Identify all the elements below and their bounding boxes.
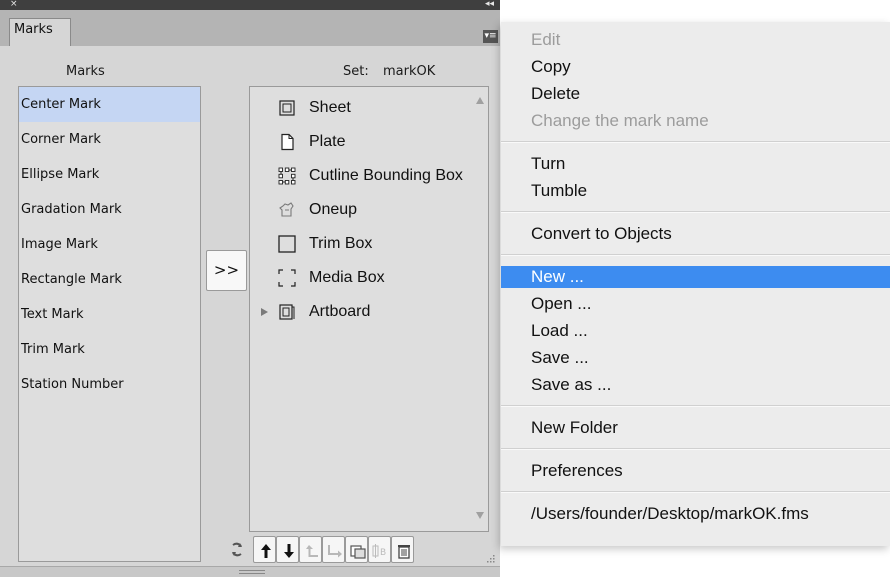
set-tree-item-label: Oneup: [309, 201, 358, 218]
menu-item-tumble[interactable]: Tumble: [501, 181, 890, 201]
rename-button[interactable]: B: [368, 536, 391, 563]
menu-separator: [501, 211, 890, 213]
set-tree-item[interactable]: Plate: [250, 125, 488, 159]
marks-list: Center Mark Corner Mark Ellipse Mark Gradat…: [18, 86, 201, 562]
menu-item-turn[interactable]: Turn: [501, 154, 890, 174]
menu-separator: [501, 491, 890, 493]
tab-marks[interactable]: Marks: [9, 18, 71, 46]
set-tree-item[interactable]: Oneup: [250, 193, 488, 227]
outdent-button[interactable]: [299, 536, 322, 563]
tab-strip: [0, 10, 500, 46]
oneup-icon: [279, 202, 294, 217]
outdent-icon: [306, 545, 318, 557]
collapse-icon[interactable]: ◂◂: [485, 0, 494, 10]
context-menu: Edit Copy Delete Change the mark name Turn Tu…: [501, 22, 890, 546]
marks-panel: × ◂◂ Marks ▾≡ Marks Set: markOK Center M…: [0, 0, 500, 577]
menu-item-new[interactable]: New ...: [501, 266, 890, 288]
set-tree-item[interactable]: Sheet: [250, 91, 488, 125]
add-to-set-button[interactable]: >>: [206, 250, 247, 291]
mark-list-item[interactable]: Center Mark: [19, 87, 200, 122]
indent-button[interactable]: [322, 536, 345, 563]
menu-item-load[interactable]: Load ...: [501, 321, 890, 341]
media-box-icon: [278, 269, 296, 287]
trim-box-icon: [278, 235, 296, 253]
delete-icon: [398, 545, 410, 559]
menu-item-change-the-mark-name: Change the mark name: [531, 111, 709, 130]
panel-titlebar: × ◂◂: [0, 0, 500, 10]
set-tree-item[interactable]: Artboard: [250, 295, 488, 329]
move-up-icon: [261, 544, 271, 558]
menu-item-save[interactable]: Save ...: [501, 348, 890, 368]
scroll-up-arrow-icon[interactable]: [476, 97, 484, 104]
set-tree-item[interactable]: Cutline Bounding Box: [250, 159, 488, 193]
expand-arrow-icon[interactable]: [261, 308, 268, 316]
mark-list-item[interactable]: Image Mark: [19, 227, 200, 262]
svg-text:B: B: [380, 548, 386, 558]
set-tree: Sheet Plate Cutline Bounding Box Oneup Trim …: [249, 86, 489, 532]
menu-separator: [501, 405, 890, 407]
menu-item-new-folder[interactable]: New Folder: [501, 418, 890, 438]
set-tree-item-label: Artboard: [309, 303, 371, 320]
set-tree-item-label: Plate: [309, 133, 346, 150]
menu-item-copy[interactable]: Copy: [501, 57, 890, 77]
duplicate-icon: [350, 545, 366, 559]
set-tree-item[interactable]: Media Box: [250, 261, 488, 295]
menu-separator: [501, 254, 890, 256]
menu-item-preferences[interactable]: Preferences: [501, 461, 890, 481]
indent-icon: [328, 545, 342, 558]
menu-item-save-as[interactable]: Save as ...: [501, 375, 890, 395]
artboard-icon: [279, 304, 295, 320]
mark-list-item[interactable]: Gradation Mark: [19, 192, 200, 227]
mark-list-item[interactable]: Trim Mark: [19, 332, 200, 367]
menu-item-delete[interactable]: Delete: [501, 84, 890, 104]
set-name: markOK: [383, 64, 436, 79]
set-header-label: Set:: [343, 64, 369, 79]
delete-button[interactable]: [391, 536, 414, 563]
menu-item-edit: Edit: [531, 30, 561, 49]
refresh-icon: [232, 542, 242, 557]
set-tree-item-label: Media Box: [309, 269, 385, 286]
mark-list-item[interactable]: Ellipse Mark: [19, 157, 200, 192]
set-tree-item[interactable]: Trim Box: [250, 227, 488, 261]
duplicate-button[interactable]: [345, 536, 368, 563]
close-icon[interactable]: ×: [10, 0, 18, 10]
menu-item-open[interactable]: Open ...: [501, 294, 890, 314]
menu-item-users-founder-desktop-markok-fms[interactable]: /Users/founder/Desktop/markOK.fms: [501, 504, 890, 524]
grip-handle[interactable]: [239, 570, 265, 574]
marks-header: Marks: [66, 64, 105, 79]
set-tree-item-label: Trim Box: [309, 235, 373, 252]
tab-marks-label: Marks: [14, 22, 53, 37]
plate-icon: [281, 133, 294, 151]
mark-list-item[interactable]: Corner Mark: [19, 122, 200, 157]
scroll-down-arrow-icon[interactable]: [476, 512, 484, 519]
move-down-icon: [284, 544, 294, 558]
cutline-bounding-box-icon: [278, 167, 296, 185]
set-tree-item-label: Sheet: [309, 99, 351, 116]
rename-icon: B: [372, 544, 386, 558]
sheet-icon: [279, 100, 295, 116]
move-down-button[interactable]: [276, 536, 299, 563]
menu-separator: [501, 448, 890, 450]
menu-separator: [501, 141, 890, 143]
resize-handle-icon[interactable]: [482, 553, 496, 565]
set-tree-item-label: Cutline Bounding Box: [309, 167, 463, 184]
menu-item-convert-to-objects[interactable]: Convert to Objects: [501, 224, 890, 244]
mark-list-item[interactable]: Text Mark: [19, 297, 200, 332]
panel-menu-icon[interactable]: ▾≡: [483, 30, 498, 43]
mark-list-item[interactable]: Station Number: [19, 367, 200, 402]
refresh-button[interactable]: [225, 536, 248, 563]
mark-list-item[interactable]: Rectangle Mark: [19, 262, 200, 297]
move-up-button[interactable]: [253, 536, 276, 563]
